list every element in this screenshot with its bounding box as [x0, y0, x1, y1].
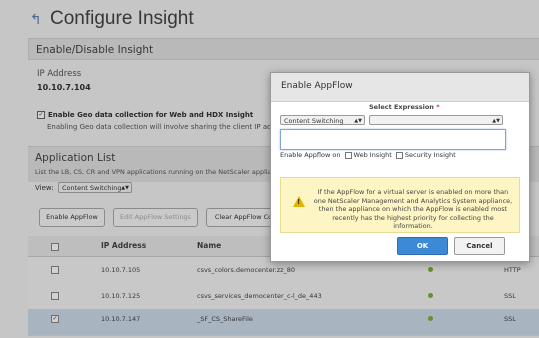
warning-message: ! If the AppFlow for a virtual server is… [280, 177, 520, 233]
entity-type-value: Content Switching [284, 117, 344, 125]
chevron-updown-icon: ▲▼ [492, 118, 500, 124]
security-insight-checkbox[interactable] [395, 151, 403, 159]
ok-button[interactable]: OK [397, 237, 448, 255]
chevron-updown-icon: ▲▼ [354, 118, 362, 124]
cancel-button[interactable]: Cancel [454, 237, 505, 255]
expression-textarea[interactable] [280, 129, 506, 150]
web-insight-checkbox[interactable] [344, 151, 352, 159]
warning-icon: ! [293, 196, 305, 207]
enable-appflow-dialog: Enable AppFlow Select Expression * Conte… [270, 72, 530, 262]
dialog-title: Enable AppFlow [281, 81, 353, 91]
enable-appflow-on-row: Enable Appflow on Web Insight Security I… [280, 151, 456, 159]
warning-text: If the AppFlow for a virtual server is e… [313, 188, 513, 230]
entity-type-select[interactable]: Content Switching ▲▼ [280, 115, 365, 125]
required-marker: * [436, 103, 440, 111]
web-insight-label: Web Insight [353, 151, 392, 159]
security-insight-label: Security Insight [404, 151, 456, 159]
expression-select[interactable]: ▲▼ [369, 115, 503, 125]
enable-appflow-on-label: Enable Appflow on [280, 151, 341, 159]
select-expression-text: Select Expression [369, 103, 434, 111]
select-expression-label: Select Expression * [369, 103, 440, 111]
